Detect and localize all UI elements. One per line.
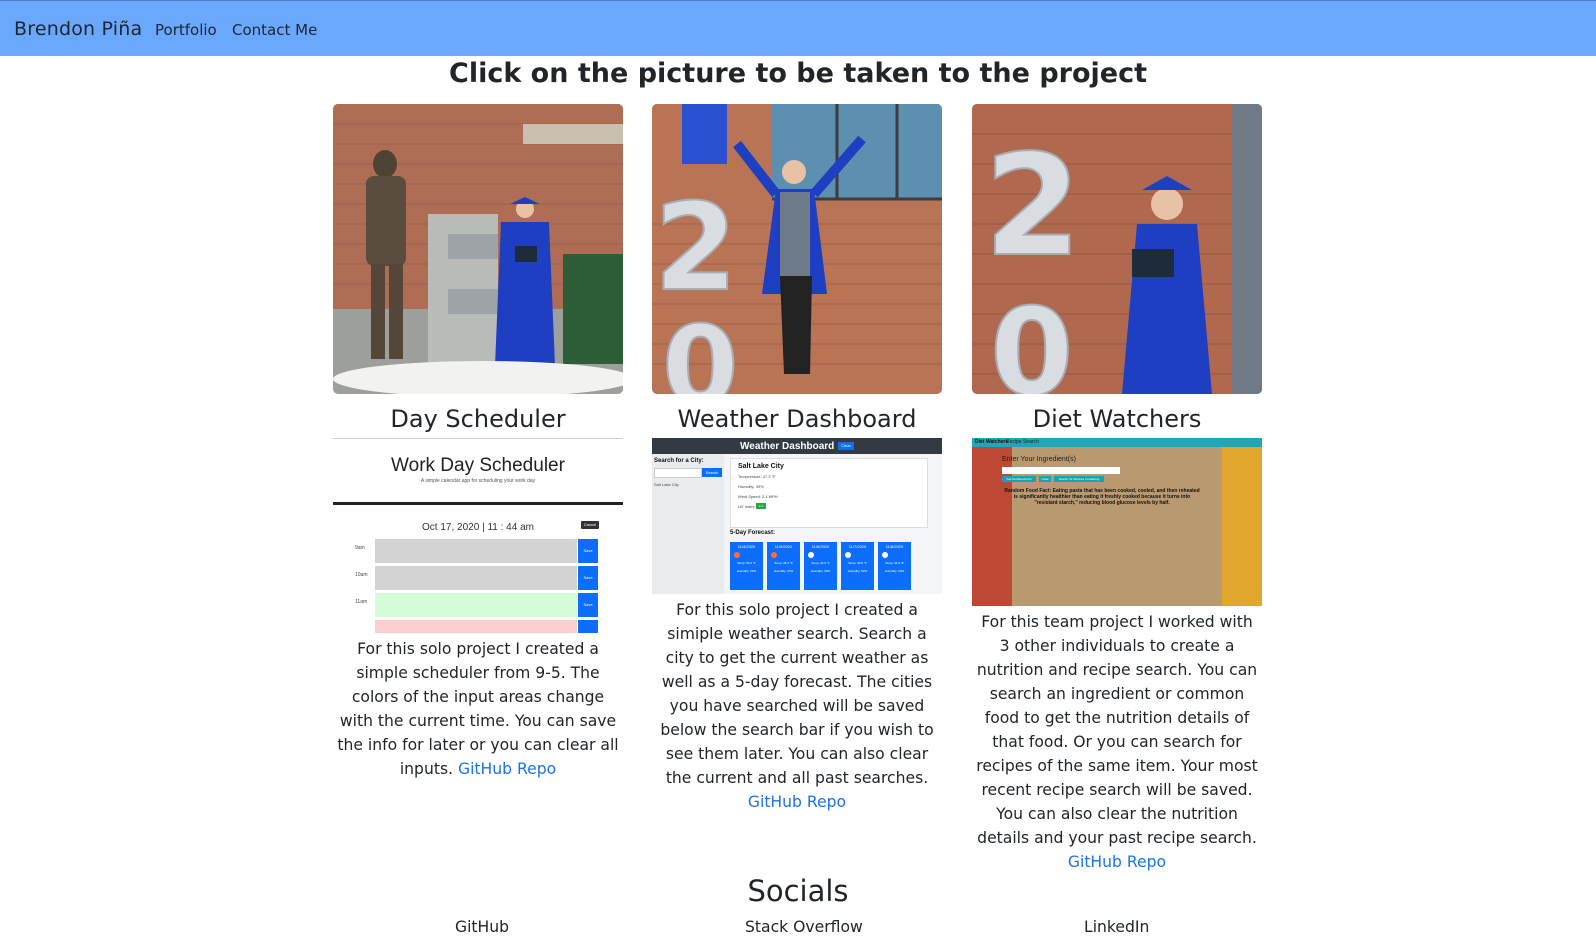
cloud-icon [882, 552, 888, 558]
project-title: Weather Dashboard [677, 405, 917, 433]
cloud-icon [845, 552, 851, 558]
preview-prompt: Enter Your Ingredient(s) [1002, 456, 1076, 463]
forecast-humidity: Humidity: 25% [773, 569, 794, 573]
preview-header: Weather Dashboard [740, 441, 835, 452]
forecast-humidity: Humidity: 29% [736, 569, 757, 573]
search-input [654, 468, 702, 478]
diet-watchers-preview: Diet Watchers Recipe Search Enter Your I… [972, 438, 1262, 606]
graduation-photo-balloons: 2 0 [972, 104, 1262, 394]
svg-text:2: 2 [984, 125, 1081, 288]
preview-brand: Diet Watchers [975, 439, 1009, 445]
uv-index-badge: 2.4 [756, 503, 766, 509]
weather-detail: Temperature: 47.3 °F [738, 474, 776, 479]
page-heading: Click on the picture to be taken to the … [449, 58, 1147, 89]
preview-datetime: Oct 17, 2020 | 11 : 44 am [422, 522, 534, 533]
svg-text:0: 0 [990, 284, 1074, 394]
project-photo-link[interactable]: 2 0 [972, 104, 1262, 394]
preview-clear-button: Clear [838, 442, 854, 450]
hour-label: 10am [355, 572, 368, 578]
preview-vegetables-right [1222, 447, 1262, 606]
search-label: Search for a City: [654, 458, 704, 464]
day-scheduler-preview: Work Day Scheduler A simple calendar app… [333, 438, 623, 633]
nav-link-contact-me[interactable]: Contact Me [232, 21, 317, 39]
github-repo-link[interactable]: GitHub Repo [458, 760, 556, 778]
project-card-diet-watchers: 2 0 Diet Watchers Diet Watchers Recipe S… [972, 104, 1262, 874]
save-button: Save [578, 566, 598, 590]
sun-icon [771, 552, 777, 558]
preview-button: Get Nutritional Info [1002, 476, 1036, 482]
hour-block-past [375, 539, 577, 563]
project-title: Day Scheduler [390, 405, 566, 433]
preview-clear-button: Cancel [581, 521, 599, 529]
hour-label: 9am [355, 545, 365, 551]
hour-block-future [375, 620, 577, 633]
brand-name[interactable]: Brendon Piña [14, 18, 142, 40]
hour-block-present [375, 593, 577, 617]
weather-detail: Humidity: 39% [738, 484, 764, 489]
save-button: Save [578, 593, 598, 617]
social-link-stack-overflow[interactable]: Stack Overflow [745, 918, 863, 936]
social-link-linkedin[interactable]: LinkedIn [1084, 918, 1149, 936]
weather-dashboard-preview: Weather Dashboard Clear Search for a Cit… [652, 438, 942, 594]
preview-input [1002, 467, 1120, 474]
project-description: For this solo project I created a simple… [333, 637, 623, 781]
preview-title: Work Day Scheduler [391, 455, 565, 476]
forecast-date: 11/8/2020 [885, 544, 904, 549]
svg-text:0: 0 [662, 302, 739, 394]
project-photo-link[interactable]: 2 0 [652, 104, 942, 394]
city-name: Salt Lake City [738, 463, 784, 470]
preview-nav-link: Recipe Search [1006, 439, 1039, 445]
github-repo-link[interactable]: GitHub Repo [748, 793, 846, 811]
history-item: Salt Lake City [654, 482, 679, 487]
forecast-card: 11/5/2020 Temp: 48.3 °F Humidity: 25% [767, 542, 800, 590]
forecast-date: 11/6/2020 [811, 544, 830, 549]
graduation-photo-statue [333, 104, 623, 394]
forecast-humidity: Humidity: 52% [847, 569, 868, 573]
project-photo-link[interactable] [333, 104, 623, 394]
preview-divider [333, 502, 623, 505]
socials-heading: Socials [747, 874, 849, 908]
graduation-photo-jumping: 2 0 [652, 104, 942, 394]
project-title: Diet Watchers [1032, 405, 1202, 433]
preview-button: Search for Recipes Containing [1054, 476, 1104, 482]
hour-block-past [375, 566, 577, 590]
preview-food-fact: Random Food Fact: Eating pasta that has … [1004, 488, 1200, 506]
weather-detail: Wind Speed: 2.1 MPH [738, 494, 778, 499]
forecast-card: 11/8/2020 Temp: 32.9 °F Humidity: 60% [878, 542, 911, 590]
social-link-github[interactable]: GitHub [455, 918, 509, 936]
github-repo-link[interactable]: GitHub Repo [1068, 853, 1166, 871]
forecast-date: 11/5/2020 [774, 544, 793, 549]
project-card-day-scheduler: Day Scheduler Work Day Scheduler A simpl… [333, 104, 623, 781]
cloud-icon [808, 552, 814, 558]
svg-text:2: 2 [654, 179, 738, 318]
navbar: Brendon Piña Portfolio Contact Me [0, 0, 1596, 56]
description-text: For this team project I worked with 3 ot… [976, 613, 1258, 847]
search-button: Search [702, 468, 722, 477]
project-card-weather-dashboard: 2 0 Weather Dashboard Weather Dashboard … [652, 104, 942, 814]
project-description: For this team project I worked with 3 ot… [972, 610, 1262, 874]
preview-subtitle: A simple calendar app for scheduling you… [420, 478, 536, 484]
nav-link-portfolio[interactable]: Portfolio [155, 21, 217, 39]
sun-icon [734, 552, 740, 558]
weather-detail: UV Index: [738, 504, 756, 509]
forecast-date: 11/7/2020 [848, 544, 867, 549]
forecast-humidity: Humidity: 60% [884, 569, 905, 573]
forecast-card: 11/4/2020 Temp: 50.2 °F Humidity: 29% [730, 542, 763, 590]
forecast-date: 11/4/2020 [737, 544, 756, 549]
description-text: For this solo project I created a simple… [337, 640, 619, 778]
forecast-card: 11/6/2020 Temp: 44.5 °F Humidity: 39% [804, 542, 837, 590]
forecast-humidity: Humidity: 39% [810, 569, 831, 573]
project-description: For this solo project I created a simipl… [652, 598, 942, 814]
forecast-card: 11/7/2020 Temp: 40.5 °F Humidity: 52% [841, 542, 874, 590]
save-button: Save [578, 539, 598, 563]
description-text: For this solo project I created a simipl… [660, 601, 934, 787]
save-button [578, 620, 598, 633]
preview-button: Clear [1039, 476, 1051, 482]
forecast-label: 5-Day Forecast: [730, 530, 776, 536]
hour-label: 11am [355, 599, 368, 605]
